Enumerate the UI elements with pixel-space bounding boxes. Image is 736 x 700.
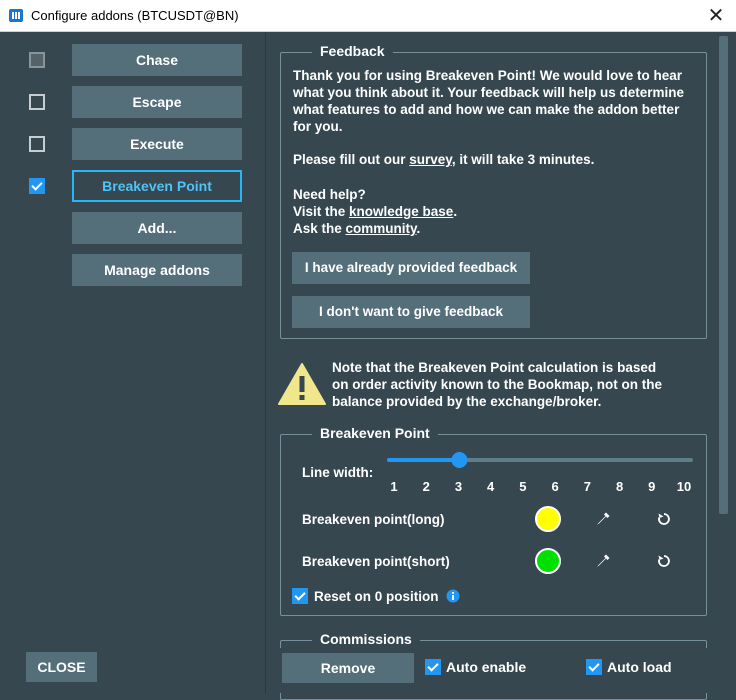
breakeven-legend: Breakeven Point (312, 425, 438, 441)
close-button[interactable]: CLOSE (26, 652, 97, 682)
short-color-swatch[interactable] (535, 548, 561, 574)
slider-tick-label: 5 (519, 479, 527, 494)
scrollbar[interactable] (719, 36, 728, 514)
slider-tick-label: 9 (648, 479, 656, 494)
warning-icon (278, 363, 326, 405)
reset-long-icon[interactable] (656, 511, 672, 527)
reset-on-zero-label: Reset on 0 position (314, 589, 439, 604)
auto-load-checkbox[interactable] (586, 659, 602, 675)
community-link[interactable]: community (346, 221, 417, 236)
knowledge-base-link[interactable]: knowledge base (349, 204, 453, 219)
addon-checkbox-breakeven[interactable] (29, 178, 45, 194)
eyedropper-long-icon[interactable] (595, 511, 611, 527)
no-feedback-button[interactable]: I don't want to give feedback (292, 296, 530, 328)
slider-tick-label: 8 (615, 479, 624, 494)
auto-enable-label: Auto enable (446, 659, 527, 675)
addon-button-escape[interactable]: Escape (72, 86, 242, 118)
auto-load-label: Auto load (607, 659, 672, 675)
breakeven-long-label: Breakeven point(long) (302, 512, 445, 527)
auto-enable-checkbox[interactable] (425, 659, 441, 675)
slider-tick-label: 6 (551, 479, 559, 494)
addon-button-breakeven[interactable]: Breakeven Point (72, 170, 242, 202)
slider-tick-label: 10 (676, 479, 692, 494)
slider-tick-label: 7 (583, 479, 591, 494)
addon-checkbox-escape[interactable] (29, 94, 45, 110)
survey-link[interactable]: survey (409, 152, 452, 167)
breakeven-short-label: Breakeven point(short) (302, 554, 450, 569)
slider-tick-label: 3 (454, 479, 463, 494)
slider-ticks: 1 2 3 4 5 6 7 8 9 10 (386, 479, 692, 497)
community-line: Ask the community. (293, 221, 421, 236)
remove-button[interactable]: Remove (282, 653, 414, 683)
app-icon (9, 9, 23, 22)
feedback-intro-text: Thank you for using Breakeven Point! We … (293, 68, 685, 134)
addon-checkbox-chase[interactable] (29, 52, 45, 68)
slider-tick-label: 4 (487, 479, 495, 494)
add-addon-button[interactable]: Add... (72, 212, 242, 244)
window-title: Configure addons (BTCUSDT@BN) (31, 8, 239, 23)
slider-thumb (451, 452, 468, 468)
slider-tick-label: 2 (422, 479, 430, 494)
already-provided-feedback-button[interactable]: I have already provided feedback (292, 252, 530, 284)
info-icon[interactable] (446, 589, 460, 603)
addon-checkbox-execute[interactable] (29, 136, 45, 152)
warning-text: Note that the Breakeven Point calculatio… (332, 360, 663, 409)
need-help-text: Need help? (293, 187, 366, 202)
knowledge-base-line: Visit the knowledge base. (293, 204, 458, 219)
close-window-icon[interactable]: ✕ (702, 2, 730, 30)
reset-short-icon[interactable] (656, 553, 672, 569)
reset-on-zero-checkbox[interactable] (292, 588, 308, 604)
long-color-swatch[interactable] (535, 506, 561, 532)
addon-button-chase[interactable]: Chase (72, 44, 242, 76)
line-width-slider[interactable] (386, 450, 694, 470)
feedback-legend: Feedback (312, 43, 393, 59)
addon-button-execute[interactable]: Execute (72, 128, 242, 160)
slider-fill (387, 458, 460, 462)
slider-tick-label: 1 (390, 479, 398, 494)
survey-line: Please fill out our survey, it will take… (293, 152, 595, 167)
eyedropper-short-icon[interactable] (595, 553, 611, 569)
commissions-legend: Commissions (312, 631, 420, 647)
manage-addons-button[interactable]: Manage addons (72, 254, 242, 286)
line-width-label: Line width: (302, 465, 374, 480)
title-bar: Configure addons (BTCUSDT@BN) ✕ (0, 0, 736, 32)
